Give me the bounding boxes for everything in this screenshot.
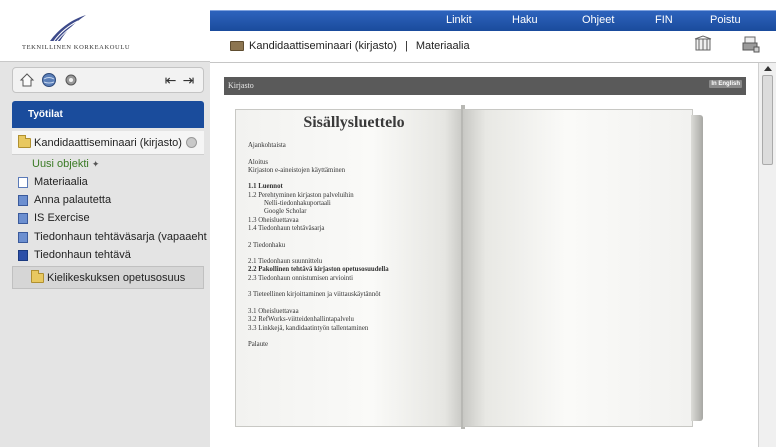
print-icon[interactable] xyxy=(742,35,760,53)
sidebar-item-materiaalia[interactable]: Materiaalia xyxy=(18,176,88,188)
library-icon[interactable] xyxy=(694,35,712,53)
content-header-label: Kirjasto xyxy=(228,81,254,90)
breadcrumb: Kandidaattiseminaari (kirjasto) | Materi… xyxy=(230,40,470,52)
arrow-right-icon[interactable]: ⇥ xyxy=(181,72,196,88)
sidebar-item-anna-palautetta[interactable]: Anna palautetta xyxy=(18,194,111,206)
toc-entry[interactable]: 3.2 RefWorks-viitteidenhallintapalvelu xyxy=(248,316,460,324)
scroll-up-icon[interactable] xyxy=(764,66,772,71)
task-icon xyxy=(18,249,28,261)
exercise-icon xyxy=(18,212,28,224)
logout-link[interactable]: Poistu xyxy=(710,14,741,26)
toc-spacer xyxy=(248,333,460,341)
globe-icon[interactable] xyxy=(39,70,59,90)
toc-spacer xyxy=(248,250,460,258)
breadcrumb-bar: Kandidaattiseminaari (kirjasto) | Materi… xyxy=(210,31,776,63)
toc-entry[interactable]: 2 Tiedonhaku xyxy=(248,242,460,250)
folder-icon xyxy=(31,269,44,283)
book-page-edge xyxy=(691,115,703,421)
open-book-image: Sisällysluettelo Ajankohtaista Aloitus Ki… xyxy=(223,101,715,431)
toc-entry[interactable]: Aloitus xyxy=(248,159,460,167)
breadcrumb-page: Materiaalia xyxy=(415,40,470,52)
toc-entry[interactable]: 1.1 Luennot xyxy=(248,183,460,191)
sidebar-item-label: Tiedonhaun tehtävä xyxy=(34,249,131,261)
top-navigation-bar: Linkit Haku Ohjeet FIN Poistu xyxy=(210,10,776,31)
left-panel: TEKNILLINEN KORKEAKOULU ⇤ ⇥ Työtilat Kan… xyxy=(0,0,210,447)
sidebar-item-label: Tiedonhaun tehtäväsarja (vapaaeht xyxy=(34,231,207,243)
sidebar-item-label: IS Exercise xyxy=(34,212,90,224)
sidebar-item-tiedonhaun-tehtava[interactable]: Tiedonhaun tehtävä xyxy=(18,249,131,261)
settings-icon[interactable] xyxy=(61,70,81,90)
exercise-icon xyxy=(18,231,28,243)
new-object-label: Uusi objekti xyxy=(32,158,89,170)
toc-entry[interactable]: Google Scholar xyxy=(248,208,460,216)
toc-spacer xyxy=(248,233,460,241)
content-area: Kirjasto In English Sisällysluettelo Aja… xyxy=(210,63,758,447)
toc-entry[interactable]: 1.4 Tiedonhaun tehtäväsarja xyxy=(248,225,460,233)
toc-spacer xyxy=(248,300,460,308)
book-left-page: Sisällysluettelo Ajankohtaista Aloitus Ki… xyxy=(235,109,463,427)
home-icon[interactable] xyxy=(17,70,37,90)
arrow-left-icon[interactable]: ⇤ xyxy=(163,72,178,88)
table-of-contents: Sisällysluettelo Ajankohtaista Aloitus Ki… xyxy=(248,114,460,349)
sidebar-item-label: Anna palautetta xyxy=(34,194,112,206)
document-icon xyxy=(18,176,28,188)
toc-entry[interactable]: 2.1 Tiedonhaun suunnittelu xyxy=(248,258,460,266)
sidebar-item-is-exercise[interactable]: IS Exercise xyxy=(18,212,90,224)
toc-entry[interactable]: Palaute xyxy=(248,341,460,349)
toc-lines: Ajankohtaista Aloitus Kirjaston e-aineist… xyxy=(248,142,460,349)
book-icon xyxy=(230,41,244,51)
toc-entry[interactable]: Kirjaston e-aineistojen käyttäminen xyxy=(248,167,460,175)
course-title: Kandidaattiseminaari (kirjasto) xyxy=(34,136,182,149)
sidebar-item-tiedonhaun-tehtavasarja[interactable]: Tiedonhaun tehtäväsarja (vapaaeht xyxy=(18,231,207,243)
search-link[interactable]: Haku xyxy=(512,14,538,26)
book-right-page xyxy=(463,109,693,427)
course-row[interactable]: Kandidaattiseminaari (kirjasto) xyxy=(12,131,204,155)
logo-text: TEKNILLINEN KORKEAKOULU xyxy=(22,44,131,51)
content-header-bar: Kirjasto In English xyxy=(224,77,746,95)
sidebar-item-label: Materiaalia xyxy=(34,176,88,188)
breadcrumb-course[interactable]: Kandidaattiseminaari (kirjasto) xyxy=(249,40,397,52)
toc-spacer xyxy=(248,175,460,183)
university-logo xyxy=(50,15,86,42)
toc-spacer xyxy=(248,283,460,291)
logo-area[interactable]: TEKNILLINEN KORKEAKOULU xyxy=(0,0,210,62)
toc-entry[interactable]: 1.3 Oheisluettavaa xyxy=(248,217,460,225)
form-icon xyxy=(18,194,28,206)
toolbar: ⇤ ⇥ xyxy=(12,67,204,93)
sidebar-item-label: Kielikeskuksen opetusosuus xyxy=(47,271,186,284)
toc-entry[interactable]: Ajankohtaista xyxy=(248,142,460,150)
toc-spacer xyxy=(248,150,460,158)
workspaces-header[interactable]: Työtilat xyxy=(12,101,204,128)
in-english-button[interactable]: In English xyxy=(709,80,742,88)
toc-entry[interactable]: 2.2 Pakollinen tehtävä kirjaston opetuso… xyxy=(248,266,460,274)
toc-entry[interactable]: 2.3 Tiedonhaun onnistumisen arviointi xyxy=(248,275,460,283)
toc-entry[interactable]: Nelli-tiedonhakuportaali xyxy=(248,200,460,208)
cursor-sparkle-icon: ✦ xyxy=(91,159,100,169)
toc-title: Sisällysluettelo xyxy=(303,114,405,131)
language-link[interactable]: FIN xyxy=(655,14,673,26)
sidebar-item-kielikeskus[interactable]: Kielikeskuksen opetusosuus xyxy=(12,266,204,289)
toc-entry[interactable]: 3.1 Oheisluettavaa xyxy=(248,308,460,316)
breadcrumb-separator: | xyxy=(404,40,408,52)
toc-entry[interactable]: 3.3 Linkkejä, kandidaatintyön tallentami… xyxy=(248,325,460,333)
scrollbar-thumb[interactable] xyxy=(762,75,773,165)
toc-entry[interactable]: 3 Tieteellinen kirjoittaminen ja viittau… xyxy=(248,291,460,299)
links-link[interactable]: Linkit xyxy=(446,14,472,26)
help-link[interactable]: Ohjeet xyxy=(582,14,614,26)
toc-entry[interactable]: 1.2 Perehtyminen kirjaston palveluihin xyxy=(248,192,460,200)
vertical-scrollbar[interactable] xyxy=(758,63,776,447)
dropdown-icon[interactable] xyxy=(185,137,197,148)
folder-icon xyxy=(18,134,31,148)
new-object-link[interactable]: Uusi objekti ✦ xyxy=(32,158,99,170)
